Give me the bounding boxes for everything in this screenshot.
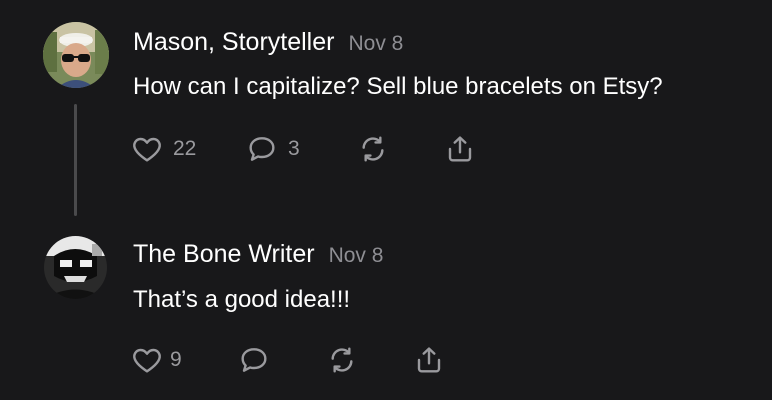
- restack-button[interactable]: [356, 131, 390, 167]
- share-icon: [417, 347, 441, 373]
- like-count: 9: [170, 348, 182, 371]
- comment-item: The Bone Writer Nov 8 That’s a good idea!…: [0, 220, 772, 400]
- like-button[interactable]: 22: [130, 131, 196, 167]
- like-count: 22: [173, 137, 197, 160]
- thread-line: [74, 104, 77, 216]
- author-name[interactable]: The Bone Writer: [133, 240, 315, 268]
- comment-text: That’s a good idea!!!: [133, 286, 351, 313]
- restack-button[interactable]: [325, 342, 359, 378]
- comment-text: How can I capitalize? Sell blue bracelet…: [133, 73, 663, 100]
- reply-button[interactable]: 3: [245, 131, 300, 167]
- like-button[interactable]: 9: [130, 342, 182, 378]
- heart-icon: [133, 137, 161, 162]
- author-name[interactable]: Mason, Storyteller: [133, 28, 334, 56]
- share-button[interactable]: [443, 131, 477, 167]
- comment-actions: 9: [130, 342, 460, 378]
- share-icon: [448, 136, 472, 162]
- comment-header: Mason, Storyteller Nov 8: [133, 28, 403, 57]
- restack-icon: [331, 347, 353, 373]
- comment-date[interactable]: Nov 8: [329, 244, 384, 267]
- heart-icon: [133, 348, 161, 373]
- comment-actions: 22 3: [130, 131, 490, 167]
- avatar[interactable]: [43, 22, 109, 88]
- comment-bubble-icon: [249, 137, 275, 161]
- comment-header: The Bone Writer Nov 8: [133, 240, 383, 269]
- avatar[interactable]: [44, 236, 107, 299]
- comment-item: Mason, Storyteller Nov 8 How can I capita…: [0, 0, 772, 220]
- reply-count: 3: [288, 137, 300, 160]
- comment-date[interactable]: Nov 8: [348, 32, 403, 55]
- reply-button[interactable]: [237, 342, 271, 378]
- comment-bubble-icon: [241, 348, 267, 372]
- share-button[interactable]: [412, 342, 446, 378]
- restack-icon: [362, 136, 384, 162]
